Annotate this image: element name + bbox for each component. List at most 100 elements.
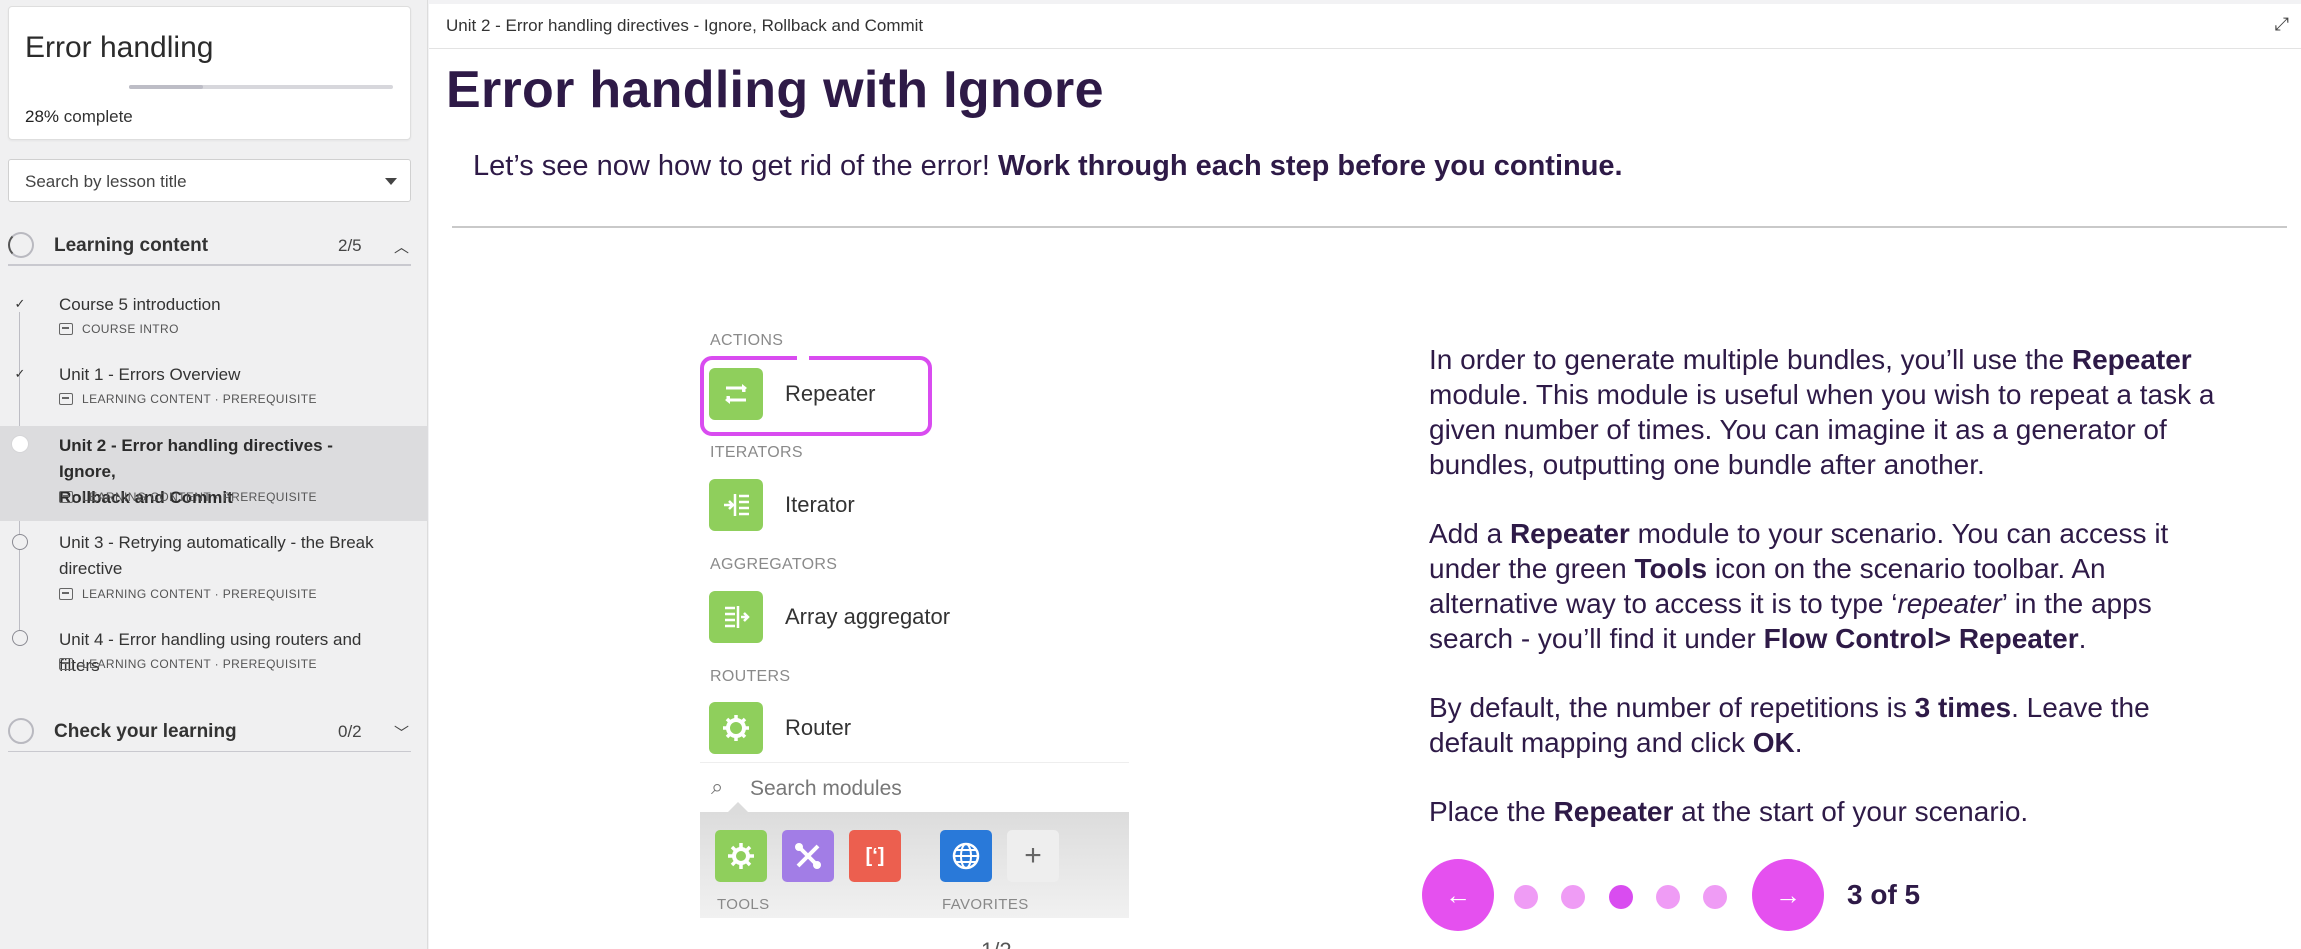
lesson-title: Unit 3 - Retrying automatically - the Br… [59, 530, 389, 582]
toolbar-notch [728, 802, 748, 812]
step-counter: 3 of 5 [1847, 879, 1921, 910]
chevron-up-icon[interactable]: ︿ [394, 236, 409, 257]
section-learning-content[interactable]: Learning content 2/5 ︿ [8, 220, 411, 266]
group-label: AGGREGATORS [710, 556, 838, 573]
group-label: ACTIONS [710, 332, 784, 349]
lesson-meta-text: COURSE INTRO [82, 322, 179, 336]
text-run: . [1794, 727, 1803, 758]
globe-icon [940, 830, 992, 882]
content-divider [452, 226, 2287, 228]
slides-icon [59, 588, 73, 600]
lesson-item-current[interactable]: Unit 2 - Error handling directives - Ign… [0, 426, 428, 521]
lesson-meta-text: LEARNING CONTENT · PREREQUISITE [82, 587, 317, 601]
search-modules-bar: ⌕ Search modules [700, 762, 1129, 812]
modules-menu-image: ACTIONS Repeater ITERATORS Iterator AGGR… [695, 322, 1129, 922]
toolbar-label: TOOLS [717, 896, 770, 913]
gear-icon [715, 830, 767, 882]
text-bold: Flow Control> Repeater [1763, 623, 2079, 654]
lesson-title: Course 5 introduction [59, 295, 221, 314]
section-title: Check your learning [54, 721, 237, 742]
module-label: Router [785, 715, 852, 740]
header-divider [429, 48, 2301, 49]
image-caption: 1/2 [981, 938, 1012, 949]
module-label: Iterator [785, 492, 855, 517]
router-icon [709, 702, 763, 754]
progress-bar-fill [129, 85, 203, 89]
slides-icon [59, 658, 73, 670]
progress-bar [129, 85, 393, 89]
group-label: ITERATORS [710, 444, 803, 461]
next-step-button[interactable]: → [1752, 859, 1824, 931]
caret-down-icon [385, 178, 397, 185]
highlight-gap [797, 353, 809, 361]
breadcrumb: Unit 2 - Error handling directives - Ign… [446, 16, 924, 35]
intro-plain: Let’s see now how to get rid of the erro… [473, 150, 998, 182]
progress-text: 28% complete [25, 107, 133, 127]
chevron-down-icon[interactable]: ﹀ [394, 722, 409, 743]
lesson-meta-text: LEARNING CONTENT · PREREQUISITE [82, 490, 317, 504]
text-bold: Tools [1634, 553, 1708, 584]
module-label: Repeater [785, 381, 876, 406]
slides-icon [59, 491, 73, 503]
text-bold: Repeater [1509, 518, 1630, 549]
lesson-meta: LEARNING CONTENT · PREREQUISITE [59, 490, 317, 504]
progress-suffix: complete [63, 107, 133, 126]
lesson-meta-text: LEARNING CONTENT · PREREQUISITE [82, 392, 317, 406]
text-bold: OK [1752, 727, 1795, 758]
plus-icon: + [1007, 830, 1059, 882]
tools-icon [782, 830, 834, 882]
text-run: module. This module is useful when you w… [1429, 379, 2215, 480]
intro-bold: Work through each step before you contin… [997, 150, 1623, 182]
section-check-your-learning[interactable]: Check your learning 0/2 ﹀ [8, 706, 411, 752]
step-dot-current[interactable] [1609, 885, 1633, 909]
lesson-item[interactable]: Unit 3 - Retrying automatically - the Br… [0, 530, 428, 610]
step-dot[interactable] [1703, 885, 1727, 909]
module-label: Array aggregator [785, 604, 951, 629]
text-run: In order to generate multiple bundles, y… [1429, 344, 2072, 375]
course-progress-card: Error handling 28% complete [8, 6, 411, 140]
lesson-item[interactable]: Unit 4 - Error handling using routers an… [0, 627, 428, 683]
expand-icon[interactable]: ⤢ [2275, 14, 2289, 35]
check-icon: ✓ [14, 366, 26, 381]
step-dot[interactable] [1656, 885, 1680, 909]
search-modules-text: Search modules [750, 777, 902, 800]
incomplete-circle-icon [12, 630, 28, 646]
check-icon: ✓ [14, 296, 26, 311]
lesson-meta: LEARNING CONTENT · PREREQUISITE [59, 657, 317, 671]
paragraph: In order to generate multiple bundles, y… [1429, 342, 2229, 482]
prev-step-button[interactable]: ← [1422, 859, 1494, 931]
array-aggregator-icon [709, 591, 763, 643]
paragraph: Add a Repeater module to your scenario. … [1429, 516, 2229, 656]
lesson-search-select[interactable]: Search by lesson title [8, 159, 411, 202]
lesson-meta: LEARNING CONTENT · PREREQUISITE [59, 587, 317, 601]
section-count: 0/2 [338, 722, 362, 741]
lesson-title-line: Unit 3 - Retrying automatically - the Br… [59, 533, 374, 552]
intro-text: Let’s see now how to get rid of the erro… [473, 150, 1623, 183]
text-bold: 3 times [1914, 692, 2012, 723]
json-icon: [‘] [849, 830, 901, 882]
lesson-search-label: Search by lesson title [25, 172, 187, 191]
step-dot[interactable] [1514, 885, 1538, 909]
lesson-title: Unit 1 - Errors Overview [59, 365, 241, 384]
lesson-item[interactable]: ✓ Unit 1 - Errors Overview LEARNING CONT… [0, 362, 428, 418]
slides-icon [59, 393, 73, 405]
scenario-toolbar-image: [‘] + TOOLS FAVORITES [700, 802, 1129, 918]
progress-ring-icon [8, 232, 34, 258]
lesson-sidebar: Error handling 28% complete Search by le… [0, 0, 428, 949]
text-run: By default, the number of repetitions is [1429, 692, 1915, 723]
text-run: Add a [1429, 518, 1510, 549]
lesson-meta-text: LEARNING CONTENT · PREREQUISITE [82, 657, 317, 671]
paragraph: Place the Repeater at the start of your … [1429, 794, 2229, 829]
section-title: Learning content [54, 235, 209, 256]
text-run: Place the [1429, 796, 1554, 827]
lesson-meta: COURSE INTRO [59, 322, 179, 336]
section-count: 2/5 [338, 236, 362, 255]
lesson-title-line: Unit 2 - Error handling directives - Ign… [59, 436, 333, 481]
text-bold: Repeater [2071, 344, 2192, 375]
course-title: Error handling [25, 31, 214, 64]
current-lesson-icon [12, 436, 28, 452]
lesson-item[interactable]: ✓ Course 5 introduction COURSE INTRO [0, 292, 428, 348]
lesson-main: Unit 2 - Error handling directives - Ign… [429, 4, 2301, 949]
step-dot[interactable] [1561, 885, 1585, 909]
text-run: . [2078, 623, 2087, 654]
